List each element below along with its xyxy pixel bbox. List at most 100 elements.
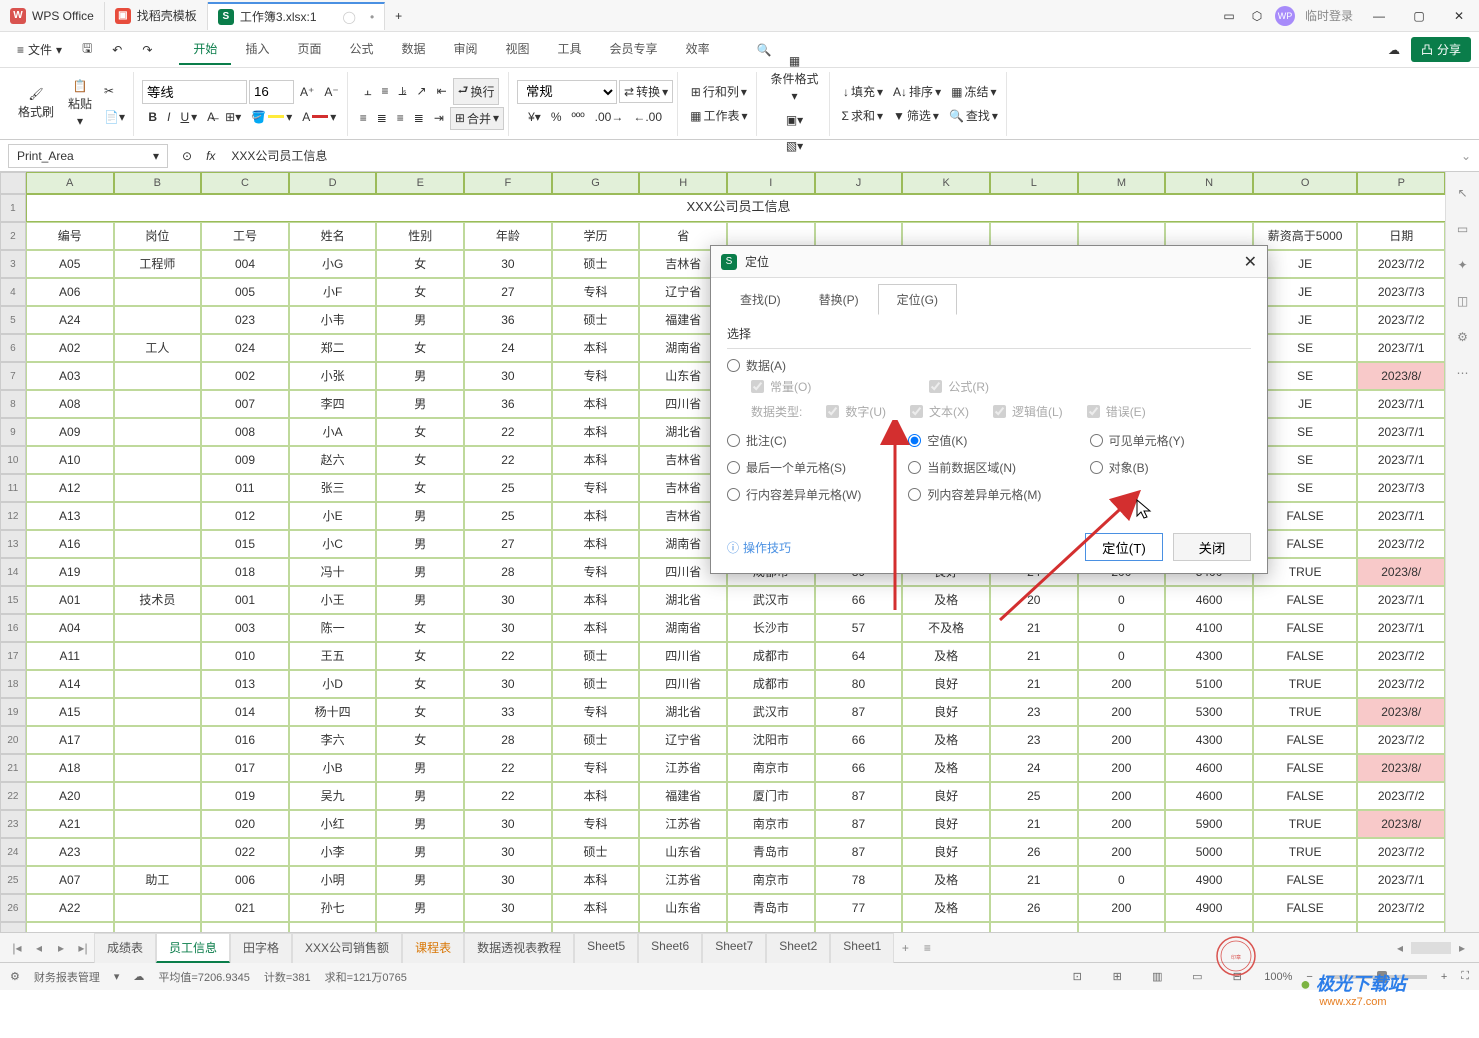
tips-link[interactable]: ⓘ操作技巧 <box>727 539 791 556</box>
cell[interactable]: A09 <box>26 418 114 446</box>
dialog-tab-0[interactable]: 查找(D) <box>721 284 800 315</box>
cell[interactable]: 专科 <box>552 474 640 502</box>
cell[interactable]: 工人 <box>114 334 202 362</box>
cell[interactable]: 66 <box>815 754 903 782</box>
cell[interactable]: 姓名 <box>289 222 377 250</box>
row-header[interactable]: 9 <box>0 418 26 446</box>
cell[interactable]: 30 <box>464 670 552 698</box>
find-button[interactable]: 🔍 查找▾ <box>945 105 1002 127</box>
row-header[interactable]: 15 <box>0 586 26 614</box>
cell[interactable]: 4100 <box>1165 614 1253 642</box>
cell[interactable]: 24 <box>464 334 552 362</box>
cell[interactable]: 本科 <box>552 586 640 614</box>
menu-tab-工具[interactable]: 工具 <box>544 34 596 65</box>
cell[interactable]: 专科 <box>552 558 640 586</box>
cell[interactable]: 武汉市 <box>727 698 815 726</box>
cell[interactable]: 专科 <box>552 810 640 838</box>
cell[interactable]: 200 <box>1078 754 1166 782</box>
menu-tab-开始[interactable]: 开始 <box>179 34 231 65</box>
cell[interactable]: 男 <box>376 838 464 866</box>
cell[interactable] <box>114 390 202 418</box>
col-header-J[interactable]: J <box>815 172 903 194</box>
cell[interactable]: 江苏省 <box>639 754 727 782</box>
cell[interactable]: 27 <box>464 530 552 558</box>
cut-icon[interactable]: ✂ <box>100 80 129 102</box>
cell[interactable]: 21 <box>990 810 1078 838</box>
border-icon[interactable]: ⊞▾ <box>221 106 245 128</box>
dialog-tab-1[interactable]: 替换(P) <box>800 284 878 315</box>
cond-format-button[interactable]: ▦条件格式▾ <box>765 50 825 107</box>
menu-tab-插入[interactable]: 插入 <box>231 34 283 65</box>
cell[interactable]: 男 <box>376 754 464 782</box>
maximize-button[interactable]: ▢ <box>1399 0 1439 32</box>
cell[interactable]: 冯十 <box>289 558 377 586</box>
cloud-icon[interactable]: ☁ <box>1379 38 1409 62</box>
cell[interactable]: 4600 <box>1165 586 1253 614</box>
cell[interactable]: 不及格 <box>902 614 990 642</box>
cell[interactable]: 22 <box>464 754 552 782</box>
cell[interactable]: 本科 <box>552 446 640 474</box>
cell[interactable]: 岗位 <box>114 222 202 250</box>
zoom-in-icon[interactable]: + <box>1441 971 1447 983</box>
cell[interactable]: 23 <box>990 726 1078 754</box>
justify-icon[interactable]: ≣ <box>410 107 428 129</box>
fill-color-icon[interactable]: 🪣▾ <box>247 106 296 128</box>
cell[interactable]: A11 <box>26 642 114 670</box>
redo-icon[interactable]: ↷ <box>133 38 161 62</box>
cell[interactable] <box>114 754 202 782</box>
cell[interactable]: 本科 <box>552 614 640 642</box>
style1-icon[interactable]: ▣▾ <box>782 109 807 131</box>
cell[interactable]: 女 <box>376 642 464 670</box>
cell[interactable]: 郑二 <box>289 334 377 362</box>
cell[interactable]: 87 <box>815 810 903 838</box>
cell[interactable]: 江苏省 <box>639 810 727 838</box>
cell[interactable]: 64 <box>815 642 903 670</box>
cell[interactable]: 本科 <box>552 782 640 810</box>
view-page-icon[interactable]: ▥ <box>1144 967 1170 987</box>
cell[interactable]: FALSE <box>1253 866 1358 894</box>
cell[interactable]: 良好 <box>902 698 990 726</box>
gear-icon[interactable]: ⚙ <box>10 970 20 983</box>
cell[interactable]: 辽宁省 <box>639 726 727 754</box>
menu-tab-页面[interactable]: 页面 <box>283 34 335 65</box>
col-header-F[interactable]: F <box>464 172 552 194</box>
cell[interactable]: 女 <box>376 418 464 446</box>
align-middle-icon[interactable]: ≡ <box>378 80 393 102</box>
file-tab[interactable]: S 工作簿3.xlsx:1 ◯ • <box>208 2 385 30</box>
cell[interactable]: 及格 <box>902 586 990 614</box>
cell[interactable]: 2023/7/2 <box>1357 726 1445 754</box>
cell[interactable] <box>26 922 114 932</box>
cell[interactable]: 男 <box>376 362 464 390</box>
cell[interactable]: 4300 <box>1165 642 1253 670</box>
cell[interactable]: 王五 <box>289 642 377 670</box>
cell[interactable]: FALSE <box>1253 642 1358 670</box>
sheet-tab-课程表[interactable]: 课程表 <box>402 933 464 963</box>
cell[interactable]: 25 <box>990 782 1078 810</box>
row-header[interactable]: 19 <box>0 698 26 726</box>
cell[interactable]: 008 <box>201 418 289 446</box>
cell[interactable]: 87 <box>815 838 903 866</box>
cell[interactable]: 21 <box>990 642 1078 670</box>
hscroll-left-icon[interactable]: ◂ <box>1389 941 1411 955</box>
cell[interactable]: 200 <box>1078 810 1166 838</box>
cell[interactable]: 本科 <box>552 390 640 418</box>
cell[interactable]: 小C <box>289 530 377 558</box>
row-header[interactable]: 20 <box>0 726 26 754</box>
cell[interactable]: 长沙市 <box>727 614 815 642</box>
add-sheet-icon[interactable]: + <box>894 941 916 955</box>
cell[interactable]: 011 <box>201 474 289 502</box>
cell[interactable]: 2023/7/1 <box>1357 866 1445 894</box>
cell[interactable]: 技术员 <box>114 586 202 614</box>
convert-button[interactable]: ⇄ 转换▾ <box>619 80 673 103</box>
cell[interactable] <box>114 782 202 810</box>
cell[interactable]: 80 <box>815 670 903 698</box>
cell[interactable]: 002 <box>201 362 289 390</box>
row-header[interactable]: 27 <box>0 922 26 932</box>
cell[interactable] <box>376 922 464 932</box>
cell[interactable]: FALSE <box>1253 782 1358 810</box>
wrap-button[interactable]: ⮐ 换行 <box>453 78 500 105</box>
row-header[interactable]: 7 <box>0 362 26 390</box>
cell[interactable]: 21 <box>990 670 1078 698</box>
align-right-icon[interactable]: ≡ <box>393 107 408 129</box>
cell[interactable]: JE <box>1253 306 1358 334</box>
